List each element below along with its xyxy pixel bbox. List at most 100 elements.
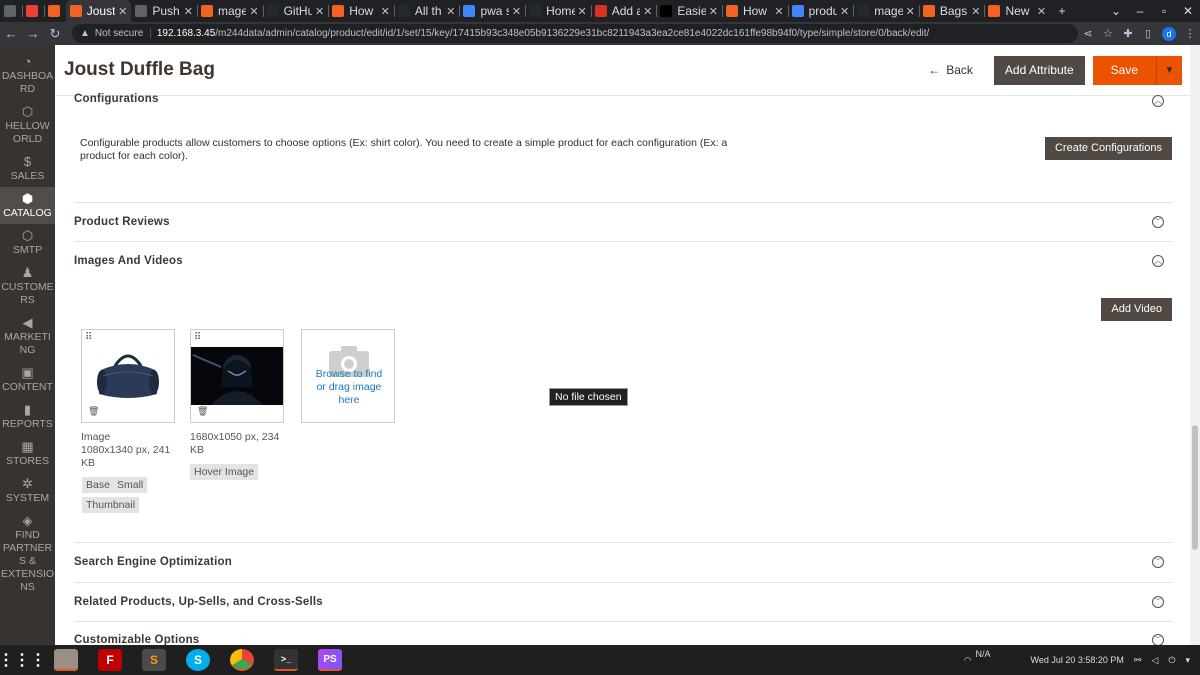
browser-tab[interactable] <box>21 0 44 22</box>
close-tab-icon[interactable]: ✕ <box>1037 5 1046 18</box>
seo-section[interactable]: Search Engine Optimization ﹀ <box>74 543 1172 583</box>
close-tab-icon[interactable]: ✕ <box>381 5 390 18</box>
close-tab-icon[interactable]: ✕ <box>774 5 783 18</box>
sidebar-item[interactable]: ▣ CONTENT <box>0 361 55 398</box>
customizable-options-section[interactable]: Customizable Options ﹀ <box>74 622 1172 645</box>
browser-tab[interactable]: GitHu ✕ <box>262 0 329 22</box>
browser-menu-icon[interactable]: ⋮ <box>1180 27 1200 40</box>
close-tab-icon[interactable]: ✕ <box>578 5 587 18</box>
save-button[interactable]: Save <box>1092 55 1156 85</box>
create-configurations-button[interactable]: Create Configurations <box>1044 137 1172 160</box>
sidebar-item[interactable]: ♟ CUSTOME RS <box>0 261 55 311</box>
sidebar-item[interactable]: ◔ DASHBOA RD <box>0 50 55 100</box>
close-tab-icon[interactable]: ✕ <box>512 5 521 18</box>
terminal-icon[interactable]: >_ <box>274 649 298 671</box>
close-tab-icon[interactable]: ✕ <box>184 5 193 18</box>
browser-tab[interactable] <box>43 0 66 22</box>
add-attribute-button[interactable]: Add Attribute <box>993 55 1085 85</box>
drag-handle-icon[interactable]: ⠿ <box>194 332 201 343</box>
sidebar-item[interactable]: ⬡ SMTP <box>0 224 55 261</box>
sidebar-item[interactable]: ▦ STORES <box>0 435 55 472</box>
tray-menu-icon[interactable]: ▾ <box>1185 655 1190 666</box>
sidebar-item[interactable]: ◈ FIND PARTNER S & EXTENSIO NS <box>0 509 55 598</box>
browser-tab[interactable]: Push ✕ <box>131 0 197 22</box>
close-tab-icon[interactable]: ✕ <box>906 5 915 18</box>
sidebar-item[interactable]: $ SALES <box>0 150 55 187</box>
product-reviews-section[interactable]: Product Reviews ﹀ <box>74 203 1172 242</box>
seo-title[interactable]: Search Engine Optimization <box>74 556 232 568</box>
chevron-up-icon[interactable]: ︿ <box>1152 255 1164 267</box>
browser-tab[interactable]: All th ✕ <box>393 0 460 22</box>
sublime-text-icon[interactable]: S <box>142 649 166 671</box>
add-video-button[interactable]: Add Video <box>1101 298 1172 321</box>
chrome-icon[interactable] <box>230 649 254 671</box>
new-tab-button[interactable]: + <box>1050 4 1074 18</box>
save-options-dropdown[interactable]: ▼ <box>1156 55 1182 85</box>
sidebar-item[interactable]: ▮ REPORTS <box>0 398 55 435</box>
forward-arrow-icon[interactable]: → <box>22 26 44 41</box>
close-tab-icon[interactable]: ✕ <box>971 5 980 18</box>
close-tab-icon[interactable]: ✕ <box>709 5 718 18</box>
close-tab-icon[interactable]: ✕ <box>643 5 652 18</box>
close-tab-icon[interactable]: ✕ <box>118 5 127 18</box>
back-arrow-icon[interactable]: ← <box>0 26 22 41</box>
app-grid-icon[interactable]: ⋮⋮⋮ <box>0 649 46 671</box>
maximize-icon[interactable]: ▫ <box>1152 4 1176 18</box>
drag-handle-icon[interactable]: ⠿ <box>85 332 92 343</box>
images-videos-title[interactable]: Images And Videos <box>74 255 183 267</box>
chevron-down-icon[interactable]: ﹀ <box>1152 216 1164 228</box>
sidebar-item[interactable]: ⬢ CATALOG <box>0 187 55 224</box>
volume-icon[interactable]: ◁ <box>1151 655 1158 666</box>
close-tab-icon[interactable]: ✕ <box>249 5 258 18</box>
chevron-up-icon[interactable]: ︿ <box>1152 95 1164 107</box>
browser-tab[interactable]: How ✕ <box>328 0 394 22</box>
browser-tab[interactable]: mage ✕ <box>196 0 263 22</box>
clock[interactable]: Wed Jul 20 3:58:20 PM <box>1030 655 1123 665</box>
files-app-icon[interactable] <box>54 649 78 671</box>
bookmark-star-icon[interactable]: ☆ <box>1098 27 1118 40</box>
browser-tab[interactable]: Easie ✕ <box>656 0 722 22</box>
wifi-icon[interactable]: ◠ <box>964 655 972 666</box>
filezilla-icon[interactable]: F <box>98 649 122 671</box>
browser-tab[interactable]: New ✕ <box>984 0 1050 22</box>
browser-tab[interactable]: pwa s ✕ <box>459 0 525 22</box>
close-tab-icon[interactable]: ✕ <box>840 5 849 18</box>
product-image-card[interactable]: ⠿ 🗑 <box>190 329 284 423</box>
network-icon[interactable]: ⚯ <box>1134 655 1142 666</box>
sidebar-item[interactable]: ◀ MARKETI NG <box>0 311 55 361</box>
skype-icon[interactable]: S <box>186 649 210 671</box>
browser-tab[interactable]: Bags ✕ <box>918 0 985 22</box>
browser-tab[interactable] <box>0 0 22 22</box>
url-field[interactable]: ▲ Not secure | 192.168.3.45 /m244data/ad… <box>72 24 1078 43</box>
configurations-title[interactable]: Configurations <box>74 93 159 105</box>
browser-tab[interactable]: Home ✕ <box>525 0 591 22</box>
extensions-icon[interactable]: ✚ <box>1118 27 1138 40</box>
sidebar-item[interactable]: ✲ SYSTEM <box>0 472 55 509</box>
sidebar-item[interactable]: ⬡ HELLOW ORLD <box>0 100 55 150</box>
chevron-down-icon[interactable]: ﹀ <box>1152 556 1164 568</box>
sidebar-icon[interactable]: ▯ <box>1138 27 1158 40</box>
browser-tab[interactable]: Add a ✕ <box>590 0 657 22</box>
close-window-icon[interactable]: ✕ <box>1176 4 1200 18</box>
reload-icon[interactable]: ↻ <box>44 26 66 42</box>
browser-tab[interactable]: Joust ✕ <box>65 0 132 22</box>
trash-icon[interactable]: 🗑 <box>88 406 99 417</box>
minimize-icon[interactable]: – <box>1128 4 1152 18</box>
browser-tab[interactable]: How ✕ <box>721 0 788 22</box>
scrollbar-thumb[interactable] <box>1192 425 1198 550</box>
product-image-card[interactable]: ⠿ 🗑 <box>81 329 175 423</box>
chevron-down-icon[interactable]: ﹀ <box>1152 596 1164 608</box>
related-products-title[interactable]: Related Products, Up-Sells, and Cross-Se… <box>74 596 323 608</box>
chevron-down-icon[interactable]: ﹀ <box>1152 634 1164 645</box>
product-reviews-title[interactable]: Product Reviews <box>74 216 170 228</box>
related-products-section[interactable]: Related Products, Up-Sells, and Cross-Se… <box>74 583 1172 622</box>
back-button[interactable]: ← Back <box>917 56 984 85</box>
page-scrollbar[interactable] <box>1190 45 1200 645</box>
upload-instructions[interactable]: Browse to find or drag image here <box>312 368 386 407</box>
profile-avatar[interactable]: d <box>1162 26 1176 41</box>
browser-tab[interactable]: produ ✕ <box>787 0 854 22</box>
close-tab-icon[interactable]: ✕ <box>315 5 324 18</box>
close-tab-icon[interactable]: ✕ <box>446 5 455 18</box>
browser-tab[interactable]: mage ✕ <box>853 0 919 22</box>
power-icon[interactable]: ⏻ <box>1168 655 1175 666</box>
